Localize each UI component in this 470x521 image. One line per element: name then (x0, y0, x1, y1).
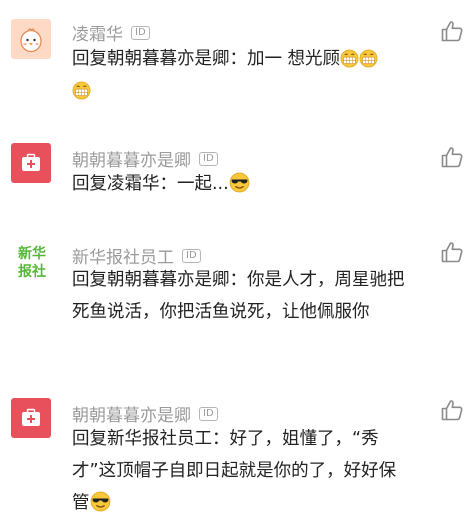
comment-item: 朝朝暮暮亦是卿 ID 回复新华报社员工：好了，姐懂了，“秀才”这顶帽子自即日起就… (0, 0, 470, 513)
comment-text-content: 回复朝朝暮暮亦是卿：加一 想光顾 (72, 49, 341, 69)
author-name[interactable]: 凌霜华 (72, 20, 123, 45)
comment-text: 回复朝朝暮暮亦是卿：你是人才，周星驰把死鱼说活，你把活鱼说死，让他佩服你 (72, 270, 405, 322)
id-badge: ID (199, 151, 218, 166)
chick-avatar-icon (20, 28, 42, 53)
sunglasses-emoji (90, 491, 111, 512)
id-badge: ID (131, 25, 150, 40)
sunglasses-emoji (229, 172, 250, 193)
grin-emoji (340, 49, 359, 68)
comment-text-content: 回复新华报社员工：好了，姐懂了，“秀才”这顶帽子自即日起就是你的了，好好保管 (72, 429, 397, 513)
avatar-text-line: 新华 (18, 246, 46, 262)
comment-text: 回复新华报社员工：好了，姐懂了，“秀才”这顶帽子自即日起就是你的了，好好保管 (72, 423, 407, 519)
id-badge: ID (182, 248, 201, 263)
id-badge: ID (199, 406, 218, 421)
comment-text: 回复朝朝暮暮亦是卿：加一 想光顾 (72, 43, 407, 107)
comment-text: 回复凌霜华：一起... (72, 168, 407, 200)
avatar-text-line: 报社 (18, 264, 46, 280)
comment-text-content: 回复凌霜华：一起... (72, 174, 229, 194)
like-icon[interactable] (440, 398, 464, 422)
comment-author[interactable]: 凌霜华 ID (72, 20, 150, 45)
comment-item: 凌霜华 ID 回复朝朝暮暮亦是卿：加一 想光顾 (0, 0, 470, 110)
avatar[interactable] (11, 143, 51, 183)
avatar[interactable] (11, 19, 51, 59)
grin-emoji (359, 49, 378, 68)
medical-kit-icon (22, 408, 40, 426)
avatar[interactable] (11, 398, 51, 438)
like-icon[interactable] (440, 19, 464, 43)
avatar[interactable]: 新华 报社 (11, 243, 51, 283)
medical-kit-icon (22, 153, 40, 171)
like-icon[interactable] (440, 240, 464, 264)
like-icon[interactable] (440, 145, 464, 169)
grin-emoji (72, 81, 91, 100)
xinhua-avatar-text: 新华 报社 (14, 245, 50, 281)
